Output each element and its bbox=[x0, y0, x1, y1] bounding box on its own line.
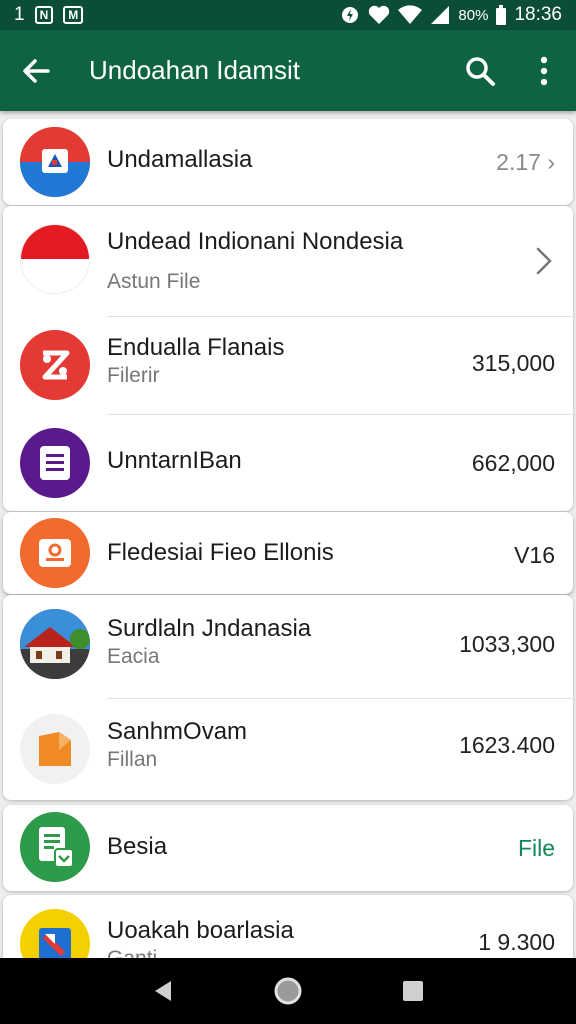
status-left: 1 N M bbox=[14, 4, 84, 26]
status-left-text: 1 bbox=[14, 4, 25, 25]
list-card: Undamallasia 2.17 › bbox=[3, 119, 573, 205]
list-item-title: Endualla Flanais bbox=[107, 334, 285, 361]
more-vert-icon bbox=[540, 56, 548, 85]
list-card: Undead Indionani Nondesia Astun File End… bbox=[3, 206, 573, 511]
list-item[interactable]: Besia File bbox=[3, 805, 573, 891]
photo-avatar bbox=[20, 609, 90, 679]
list-card: Besia File bbox=[3, 805, 573, 891]
list-item-title: Besia bbox=[107, 833, 168, 860]
list-item-title: Fledesiai Fieo Ellonis bbox=[107, 539, 334, 566]
flag-avatar bbox=[20, 224, 90, 294]
app-avatar bbox=[20, 714, 90, 784]
list-item-texts: Undead Indionani Nondesia Astun File bbox=[107, 228, 513, 294]
app-avatar bbox=[20, 330, 90, 400]
battery-percent: 80% bbox=[458, 6, 489, 24]
list-item[interactable]: UnntarnIBan 662,000 bbox=[3, 414, 573, 511]
nav-home-button[interactable] bbox=[264, 967, 312, 1015]
wifi-icon bbox=[398, 5, 423, 25]
app-avatar bbox=[20, 909, 90, 958]
list-item-texts: SanhmOvam Fillan bbox=[107, 718, 443, 772]
arrow-back-icon bbox=[23, 58, 50, 83]
app-avatar bbox=[20, 428, 90, 498]
back-button[interactable] bbox=[0, 30, 72, 111]
chevron-right-icon bbox=[535, 246, 553, 281]
list-item-value: 1 9.300 bbox=[478, 929, 555, 955]
list-item-texts: UnntarnIBan bbox=[107, 447, 443, 475]
list-item-texts: Endualla Flanais Filerir bbox=[107, 334, 443, 388]
list-item[interactable]: SanhmOvam Fillan 1623.400 bbox=[3, 698, 573, 800]
list-item-value: 662,000 bbox=[471, 450, 555, 476]
triangle-back-icon bbox=[154, 981, 171, 1001]
list-item-texts: Fledesiai Fieo Ellonis bbox=[107, 539, 443, 567]
flag-avatar bbox=[20, 127, 90, 197]
list-item-value: 1623.400 bbox=[459, 732, 555, 758]
status-right: 80% 18:36 bbox=[340, 4, 562, 26]
heart-icon bbox=[368, 5, 390, 25]
list-item-value: 1033,300 bbox=[459, 631, 555, 657]
list-item-subtitle: Eacia bbox=[107, 645, 160, 668]
signal-icon bbox=[430, 5, 450, 25]
list-item-title: Surdlaln Jndanasia bbox=[107, 615, 312, 642]
list-item[interactable]: Endualla Flanais Filerir 315,000 bbox=[3, 316, 573, 414]
search-button[interactable] bbox=[448, 30, 512, 111]
list-item-title: UnntarnIBan bbox=[107, 447, 242, 474]
page-title: Undoahan Idamsit bbox=[89, 55, 301, 85]
nav-recents-button[interactable] bbox=[389, 967, 437, 1015]
list-item-subtitle: Astun File bbox=[107, 270, 201, 293]
notification-chip-1: N bbox=[34, 6, 54, 24]
list-item-texts: Undamallasia bbox=[107, 146, 443, 174]
list-item-title: Undead Indionani Nondesia bbox=[107, 228, 404, 255]
circle-home-icon bbox=[274, 977, 302, 1005]
list-item-subtitle: Ganti bbox=[107, 947, 443, 958]
more-options-button[interactable] bbox=[512, 30, 576, 111]
app-avatar bbox=[20, 518, 90, 588]
data-saver-icon bbox=[340, 5, 360, 25]
list-item-texts: Uoakah boarlasia Ganti bbox=[107, 917, 443, 958]
list-card: Surdlaln Jndanasia Eacia 1033,300 SanhmO… bbox=[3, 595, 573, 800]
list-item[interactable]: Fledesiai Fieo Ellonis V16 bbox=[3, 512, 573, 594]
list-item[interactable]: Undead Indionani Nondesia Astun File bbox=[3, 206, 573, 316]
clock: 18:36 bbox=[514, 4, 562, 25]
system-nav-bar bbox=[0, 958, 576, 1024]
list-card: Uoakah boarlasia Ganti 1 9.300 bbox=[3, 895, 573, 958]
list-item-title: Uoakah boarlasia bbox=[107, 917, 294, 944]
status-bar: 1 N M 80% 18:36 bbox=[0, 0, 576, 30]
nav-back-button[interactable] bbox=[139, 967, 187, 1015]
list-item-value: V16 bbox=[514, 542, 555, 568]
list-card: Fledesiai Fieo Ellonis V16 bbox=[3, 512, 573, 594]
app-avatar bbox=[20, 812, 90, 882]
list-item-value: 2.17 › bbox=[496, 149, 555, 175]
item-list: Undamallasia 2.17 › Undead Indionani Non… bbox=[0, 111, 576, 958]
list-item-title: Undamallasia bbox=[107, 146, 253, 173]
app-bar: Undoahan Idamsit bbox=[0, 30, 576, 111]
battery-icon bbox=[496, 5, 507, 25]
list-item[interactable]: Undamallasia 2.17 › bbox=[3, 119, 573, 205]
list-item-subtitle: Filerir bbox=[107, 364, 160, 387]
square-recents-icon bbox=[403, 981, 424, 1001]
list-item[interactable]: Surdlaln Jndanasia Eacia 1033,300 bbox=[3, 595, 573, 698]
list-item-texts: Besia bbox=[107, 833, 443, 861]
list-item-value: 315,000 bbox=[471, 350, 555, 376]
notification-chip-2: M bbox=[63, 6, 84, 24]
list-item-texts: Surdlaln Jndanasia Eacia bbox=[107, 615, 443, 669]
file-link[interactable]: File bbox=[518, 835, 555, 862]
list-item-title: SanhmOvam bbox=[107, 718, 248, 745]
list-item-subtitle: Fillan bbox=[107, 748, 158, 771]
list-item[interactable]: Uoakah boarlasia Ganti 1 9.300 bbox=[3, 895, 573, 958]
search-icon bbox=[466, 56, 495, 86]
